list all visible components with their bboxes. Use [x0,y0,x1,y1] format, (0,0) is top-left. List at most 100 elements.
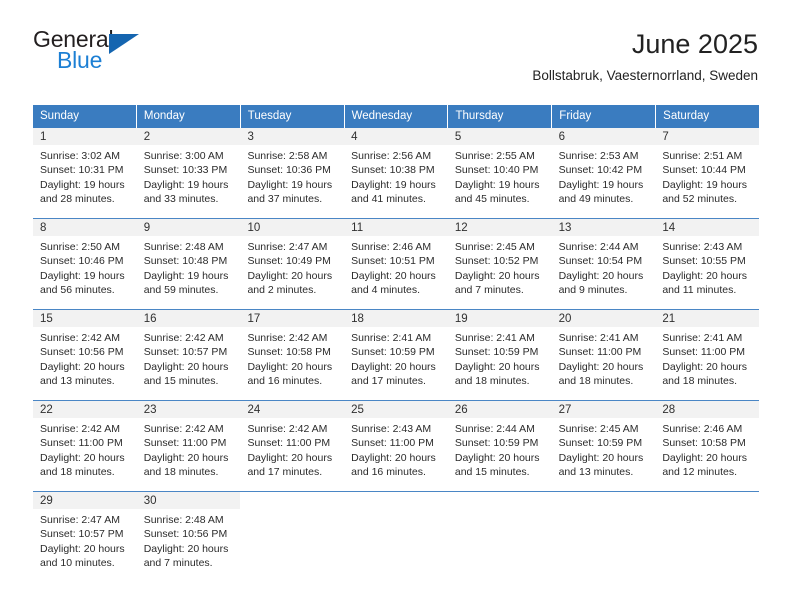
day-details: Sunrise: 2:41 AM Sunset: 11:00 PM Daylight… [655,327,759,388]
calendar-day-cell[interactable]: 21 Sunrise: 2:41 AM Sunset: 11:00 PM Daylig… [655,310,760,401]
calendar-day-cell[interactable]: 16 Sunrise: 2:42 AM Sunset: 10:57 PM Daylig… [136,310,241,401]
calendar-page: General Blue June 2025 Bollstabruk, Vaes… [0,0,792,612]
sunset-text: Sunset: 10:57 PM [143,346,228,359]
sunrise-text: Sunrise: 2:58 AM [247,150,328,163]
day-details: Sunrise: 2:41 AM Sunset: 10:59 PM Daylight… [344,327,448,388]
daylight-text: Daylight: 20 hours and 15 minutes. [143,360,229,387]
sunrise-text: Sunrise: 2:44 AM [454,423,535,436]
day-details: Sunrise: 2:56 AM Sunset: 10:38 PM Daylight… [344,145,448,206]
day-number: 7 [655,128,760,146]
daylight-text: Daylight: 20 hours and 7 minutes. [143,542,229,569]
calendar-day-cell[interactable]: 11 Sunrise: 2:46 AM Sunset: 10:51 PM Daylig… [344,219,448,310]
calendar-day-cell[interactable]: 10 Sunrise: 2:47 AM Sunset: 10:49 PM Daylig… [240,219,345,310]
sunrise-text: Sunrise: 2:41 AM [351,332,432,345]
calendar-day-cell[interactable]: 7 Sunrise: 2:51 AM Sunset: 10:44 PM Dayligh… [655,128,760,219]
sunrise-text: Sunrise: 2:42 AM [40,423,120,436]
sunrise-text: Sunrise: 2:45 AM [558,423,639,436]
calendar-day-cell[interactable]: 23 Sunrise: 2:42 AM Sunset: 11:00 PM Daylig… [136,401,241,492]
daylight-text: Daylight: 20 hours and 4 minutes. [351,269,436,296]
calendar-day-cell[interactable]: 6 Sunrise: 2:53 AM Sunset: 10:42 PM Dayligh… [551,128,656,219]
sunset-text: Sunset: 10:33 PM [143,164,228,177]
calendar-day-cell[interactable]: 5 Sunrise: 2:55 AM Sunset: 10:40 PM Dayligh… [447,128,552,219]
calendar-week-row: 29 Sunrise: 2:47 AM Sunset: 10:57 PM Daylig… [33,491,760,583]
day-details: Sunrise: 2:47 AM Sunset: 10:57 PM Daylight… [33,509,137,570]
daylight-text: Daylight: 19 hours and 41 minutes. [351,178,436,205]
day-details: Sunrise: 2:42 AM Sunset: 10:58 PM Daylight… [240,327,344,388]
sunset-text: Sunset: 10:58 PM [247,346,331,359]
calendar-day-cell-empty [447,492,552,583]
day-details: Sunrise: 2:42 AM Sunset: 10:56 PM Daylight… [33,327,137,388]
calendar-day-cell[interactable]: 3 Sunrise: 2:58 AM Sunset: 10:36 PM Dayligh… [240,128,345,219]
calendar-day-cell[interactable]: 13 Sunrise: 2:44 AM Sunset: 10:54 PM Daylig… [551,219,656,310]
day-number: 12 [447,219,552,237]
calendar-week-row: 22 Sunrise: 2:42 AM Sunset: 11:00 PM Daylig… [33,400,760,492]
day-number: 15 [33,310,137,328]
sunset-text: Sunset: 11:00 PM [351,437,434,450]
calendar-day-cell[interactable]: 22 Sunrise: 2:42 AM Sunset: 11:00 PM Daylig… [33,401,137,492]
sunrise-text: Sunrise: 2:45 AM [454,241,535,254]
day-number: 26 [447,401,552,419]
calendar-day-cell[interactable]: 17 Sunrise: 2:42 AM Sunset: 10:58 PM Daylig… [240,310,345,401]
day-details: Sunrise: 2:48 AM Sunset: 10:56 PM Daylight… [137,509,241,570]
sunrise-text: Sunrise: 2:42 AM [143,332,224,345]
calendar-day-cell[interactable]: 20 Sunrise: 2:41 AM Sunset: 11:00 PM Daylig… [551,310,656,401]
daylight-text: Daylight: 19 hours and 59 minutes. [143,269,229,296]
sunset-text: Sunset: 10:49 PM [247,255,331,268]
day-number: 18 [344,310,448,328]
page-header: General Blue June 2025 Bollstabruk, Vaes… [0,0,792,84]
day-details: Sunrise: 2:41 AM Sunset: 10:59 PM Daylight… [448,327,552,388]
daylight-text: Daylight: 19 hours and 56 minutes. [40,269,125,296]
day-details: Sunrise: 2:46 AM Sunset: 10:58 PM Daylight… [655,418,759,479]
day-number: 24 [240,401,345,419]
calendar-day-cell[interactable]: 8 Sunrise: 2:50 AM Sunset: 10:46 PM Dayligh… [33,219,137,310]
day-number: 4 [344,128,448,146]
calendar-day-cell[interactable]: 29 Sunrise: 2:47 AM Sunset: 10:57 PM Daylig… [33,492,137,583]
calendar-day-cell[interactable]: 9 Sunrise: 2:48 AM Sunset: 10:48 PM Dayligh… [136,219,241,310]
day-number: 30 [136,492,241,510]
day-number: 25 [344,401,448,419]
daylight-text: Daylight: 20 hours and 18 minutes. [662,360,747,387]
day-number: 5 [447,128,552,146]
calendar-day-cell[interactable]: 4 Sunrise: 2:56 AM Sunset: 10:38 PM Dayligh… [344,128,448,219]
day-details: Sunrise: 2:58 AM Sunset: 10:36 PM Daylight… [240,145,344,206]
calendar-day-cell[interactable]: 26 Sunrise: 2:44 AM Sunset: 10:59 PM Daylig… [447,401,552,492]
day-number: 2 [136,128,241,146]
calendar-day-cell[interactable]: 2 Sunrise: 3:00 AM Sunset: 10:33 PM Dayligh… [136,128,241,219]
sunrise-text: Sunrise: 2:43 AM [351,423,432,436]
brand-logo[interactable]: General Blue [33,28,153,76]
day-number: 23 [136,401,241,419]
calendar-day-cell-empty [655,492,760,583]
calendar-day-cell[interactable]: 27 Sunrise: 2:45 AM Sunset: 10:59 PM Daylig… [551,401,656,492]
daylight-text: Daylight: 20 hours and 17 minutes. [247,451,333,478]
calendar-day-cell[interactable]: 14 Sunrise: 2:43 AM Sunset: 10:55 PM Daylig… [655,219,760,310]
day-details: Sunrise: 2:44 AM Sunset: 10:59 PM Daylight… [448,418,552,479]
sunset-text: Sunset: 10:55 PM [662,255,746,268]
calendar-day-cell[interactable]: 12 Sunrise: 2:45 AM Sunset: 10:52 PM Daylig… [447,219,552,310]
calendar-day-cell[interactable]: 25 Sunrise: 2:43 AM Sunset: 11:00 PM Daylig… [344,401,448,492]
day-number: 3 [240,128,345,146]
sunset-text: Sunset: 10:59 PM [454,346,539,359]
calendar-day-cell[interactable]: 30 Sunrise: 2:48 AM Sunset: 10:56 PM Daylig… [136,492,241,583]
sunset-text: Sunset: 10:59 PM [351,346,435,359]
calendar-day-cell[interactable]: 24 Sunrise: 2:42 AM Sunset: 11:00 PM Daylig… [240,401,345,492]
sunset-text: Sunset: 10:38 PM [351,164,435,177]
sunrise-text: Sunrise: 2:41 AM [454,332,535,345]
daylight-text: Daylight: 20 hours and 15 minutes. [454,451,540,478]
calendar-day-cell[interactable]: 15 Sunrise: 2:42 AM Sunset: 10:56 PM Daylig… [33,310,137,401]
day-details: Sunrise: 3:00 AM Sunset: 10:33 PM Daylight… [137,145,241,206]
day-details: Sunrise: 2:53 AM Sunset: 10:42 PM Daylight… [552,145,656,206]
calendar-day-cell[interactable]: 1 Sunrise: 3:02 AM Sunset: 10:31 PM Dayligh… [33,128,137,219]
weekday-header-wednesday: Wednesday [344,105,449,129]
sunrise-text: Sunrise: 2:48 AM [143,514,224,527]
sunrise-text: Sunrise: 2:47 AM [247,241,328,254]
weekday-header-thursday: Thursday [448,105,553,129]
calendar-day-cell[interactable]: 28 Sunrise: 2:46 AM Sunset: 10:58 PM Daylig… [655,401,760,492]
day-number: 28 [655,401,760,419]
daylight-text: Daylight: 20 hours and 18 minutes. [454,360,540,387]
calendar-day-cell[interactable]: 18 Sunrise: 2:41 AM Sunset: 10:59 PM Daylig… [344,310,448,401]
calendar-day-cell[interactable]: 19 Sunrise: 2:41 AM Sunset: 10:59 PM Daylig… [447,310,552,401]
day-number: 16 [136,310,241,328]
sunset-text: Sunset: 10:56 PM [143,528,228,541]
weekday-header-tuesday: Tuesday [240,105,345,129]
day-number: 8 [33,219,137,237]
